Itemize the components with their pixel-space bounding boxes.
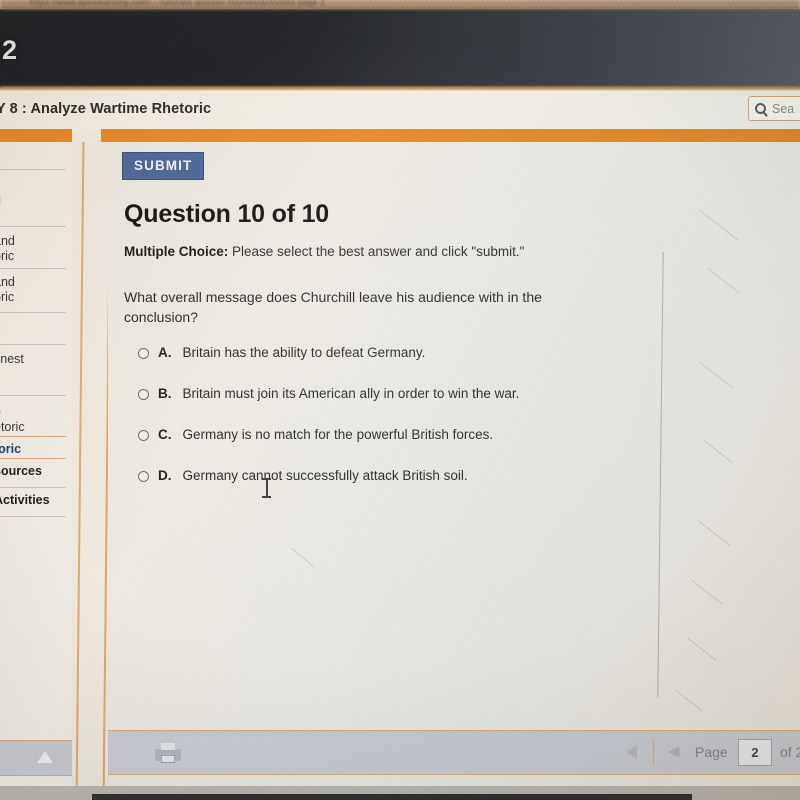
sidebar-item[interactable]: l bbox=[0, 177, 72, 192]
radio-button-icon[interactable] bbox=[138, 471, 149, 482]
answer-option[interactable]: B. Britain must join its American ally in… bbox=[138, 386, 738, 427]
scroll-up-arrow-icon bbox=[37, 751, 53, 763]
web-page: Y 8 : Analyze Wartime Rhetoric Sea ld and… bbox=[0, 90, 800, 800]
question-heading: Question 10 of 10 bbox=[124, 200, 329, 228]
window-tab-number: 2 bbox=[2, 35, 18, 65]
sidebar-divider bbox=[0, 226, 66, 227]
printer-icon[interactable] bbox=[155, 743, 181, 764]
sidebar-item[interactable]: e bbox=[0, 405, 72, 420]
toolbar-separator bbox=[653, 739, 654, 765]
option-text: Britain has the ability to defeat German… bbox=[182, 345, 426, 360]
course-header: Y 8 : Analyze Wartime Rhetoric Sea bbox=[0, 90, 800, 130]
page-total-label: of 2 bbox=[780, 744, 800, 760]
option-text: Germany cannot successfully attack Briti… bbox=[182, 468, 468, 483]
sidebar-divider bbox=[0, 169, 66, 170]
option-letter: D. bbox=[158, 468, 172, 483]
sidebar-item[interactable]: and bbox=[0, 234, 72, 249]
monitor-bezel-bottom bbox=[0, 786, 800, 800]
sidebar-item[interactable]: oric bbox=[0, 290, 72, 305]
sidebar-item[interactable]: d bbox=[0, 194, 72, 209]
sidebar-item[interactable]: toric bbox=[0, 442, 72, 457]
page-number-input[interactable]: 2 bbox=[738, 739, 772, 766]
browser-window-band: 2 bbox=[0, 9, 800, 88]
instruction-label: Multiple Choice: bbox=[124, 244, 229, 259]
sidebar-item[interactable]: finest bbox=[0, 352, 72, 367]
radio-button-icon[interactable] bbox=[138, 389, 149, 400]
photographed-screen: https://www.apexlearning.com/... tutoria… bbox=[0, 0, 800, 800]
sidebar-divider bbox=[0, 487, 66, 488]
sidebar-item[interactable]: Activities bbox=[0, 493, 72, 508]
sidebar-item[interactable]: oric bbox=[0, 249, 72, 264]
accent-bar-left bbox=[0, 129, 72, 142]
option-text: Germany is no match for the powerful Bri… bbox=[182, 427, 494, 442]
printer-top bbox=[161, 743, 175, 750]
course-sidebar: ldandoricandoricfinesteetorictoricsource… bbox=[0, 142, 110, 800]
submit-button[interactable]: SUBMIT bbox=[122, 152, 205, 180]
page-label: Page bbox=[695, 744, 728, 760]
search-placeholder: Sea bbox=[772, 101, 795, 116]
sidebar-divider bbox=[0, 344, 66, 345]
window-band-underline bbox=[0, 86, 800, 90]
answer-option[interactable]: A. Britain has the ability to defeat Germ… bbox=[138, 345, 738, 386]
instruction-line: Multiple Choice: Please select the best … bbox=[124, 244, 524, 259]
instruction-text: Please select the best answer and click … bbox=[228, 244, 525, 259]
sidebar-item[interactable]: sources bbox=[0, 464, 72, 479]
option-text: Britain must join its American ally in o… bbox=[182, 386, 520, 401]
sidebar-item[interactable]: etoric bbox=[0, 420, 72, 435]
document-toolbar: ◀ Page 2 of 2 bbox=[108, 730, 800, 775]
accent-bar-main bbox=[101, 129, 800, 142]
printer-output bbox=[161, 755, 175, 763]
sidebar-item[interactable]: and bbox=[0, 275, 72, 290]
sidebar-divider bbox=[0, 312, 66, 313]
back-arrow-icon[interactable] bbox=[626, 745, 637, 759]
quiz-panel: SUBMIT Question 10 of 10 Multiple Choice… bbox=[108, 142, 800, 800]
radio-button-icon[interactable] bbox=[138, 430, 149, 441]
option-letter: B. bbox=[158, 386, 172, 401]
sidebar-divider bbox=[0, 458, 66, 459]
answer-option[interactable]: D. Germany cannot successfully attack Bri… bbox=[138, 468, 738, 509]
sidebar-divider bbox=[0, 268, 66, 269]
radio-button-icon[interactable] bbox=[138, 348, 149, 359]
browser-omnibar-text: https://www.apexlearning.com/... tutoria… bbox=[30, 0, 325, 7]
page-title: Y 8 : Analyze Wartime Rhetoric bbox=[0, 101, 212, 117]
answer-option[interactable]: C. Germany is no match for the powerful B… bbox=[138, 427, 738, 468]
search-icon bbox=[755, 103, 766, 114]
sidebar-divider bbox=[0, 395, 66, 396]
sidebar-divider bbox=[0, 436, 66, 437]
option-letter: C. bbox=[158, 427, 172, 442]
text-cursor-icon bbox=[262, 478, 271, 498]
question-text: What overall message does Churchill leav… bbox=[124, 289, 542, 325]
previous-page-icon[interactable]: ◀ bbox=[668, 744, 684, 759]
option-letter: A. bbox=[158, 345, 172, 360]
search-input[interactable]: Sea bbox=[748, 96, 800, 121]
sidebar-divider bbox=[0, 516, 66, 517]
answer-options: A. Britain has the ability to defeat Germ… bbox=[138, 345, 738, 509]
